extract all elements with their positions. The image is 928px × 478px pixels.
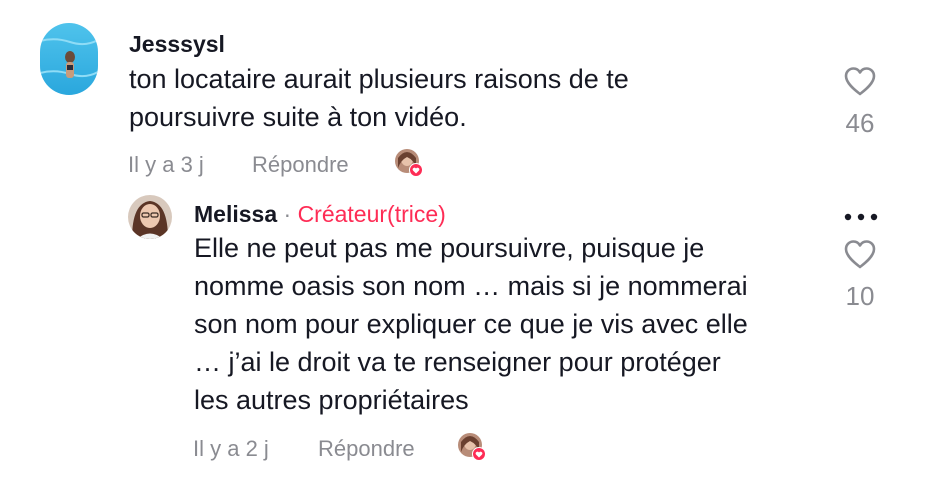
creator-liked-badge <box>394 148 424 178</box>
reply-text-line: son nom pour expliquer ce que je vis ave… <box>194 309 748 339</box>
reply-avatar[interactable] <box>128 195 172 239</box>
reply-timestamp: Il y a 2 j <box>193 436 269 461</box>
comment-like-count: 46 <box>845 108 875 138</box>
reply-reply-button[interactable]: Répondre <box>318 436 415 462</box>
reply-username-row: Melissa · Créateur(trice) <box>194 201 446 228</box>
reply-text-line: nomme oasis son nom … mais si je nommera… <box>194 271 748 301</box>
creator-liked-badge-reply <box>457 432 487 462</box>
comment-text-line: poursuivre suite à ton vidéo. <box>129 102 467 132</box>
reply-like-button[interactable]: 10 <box>830 238 890 312</box>
reply-avatar-image <box>128 195 172 239</box>
reply-like-count: 10 <box>845 281 875 311</box>
comment-reply-button[interactable]: Répondre <box>252 152 349 178</box>
username-separator: · <box>283 201 292 227</box>
commenter-username[interactable]: Jesssysl <box>129 31 225 58</box>
reply-text-line: … j’ai le droit va te renseigner pour pr… <box>194 347 721 377</box>
reply-text: Elle ne peut pas me poursuivre, puisque … <box>194 229 748 419</box>
creator-tag: Créateur(trice) <box>297 201 446 227</box>
reply-username[interactable]: Melissa <box>194 201 277 227</box>
commenter-avatar-image <box>40 23 98 95</box>
heart-outline-icon <box>844 240 876 269</box>
comment-text-line: ton locataire aurait plusieurs raisons d… <box>129 64 629 94</box>
reply-text-line: Elle ne peut pas me poursuivre, puisque … <box>194 233 705 263</box>
more-dots-icon <box>844 213 878 221</box>
heart-outline-icon <box>844 67 876 96</box>
reply-text-line: les autres propriétaires <box>194 385 469 415</box>
commenter-avatar[interactable] <box>40 23 98 95</box>
comment-timestamp: Il y a 3 j <box>128 152 204 177</box>
reply-more-button[interactable] <box>843 210 879 222</box>
comment-like-button[interactable]: 46 <box>830 65 890 139</box>
comment-text: ton locataire aurait plusieurs raisons d… <box>129 60 629 136</box>
